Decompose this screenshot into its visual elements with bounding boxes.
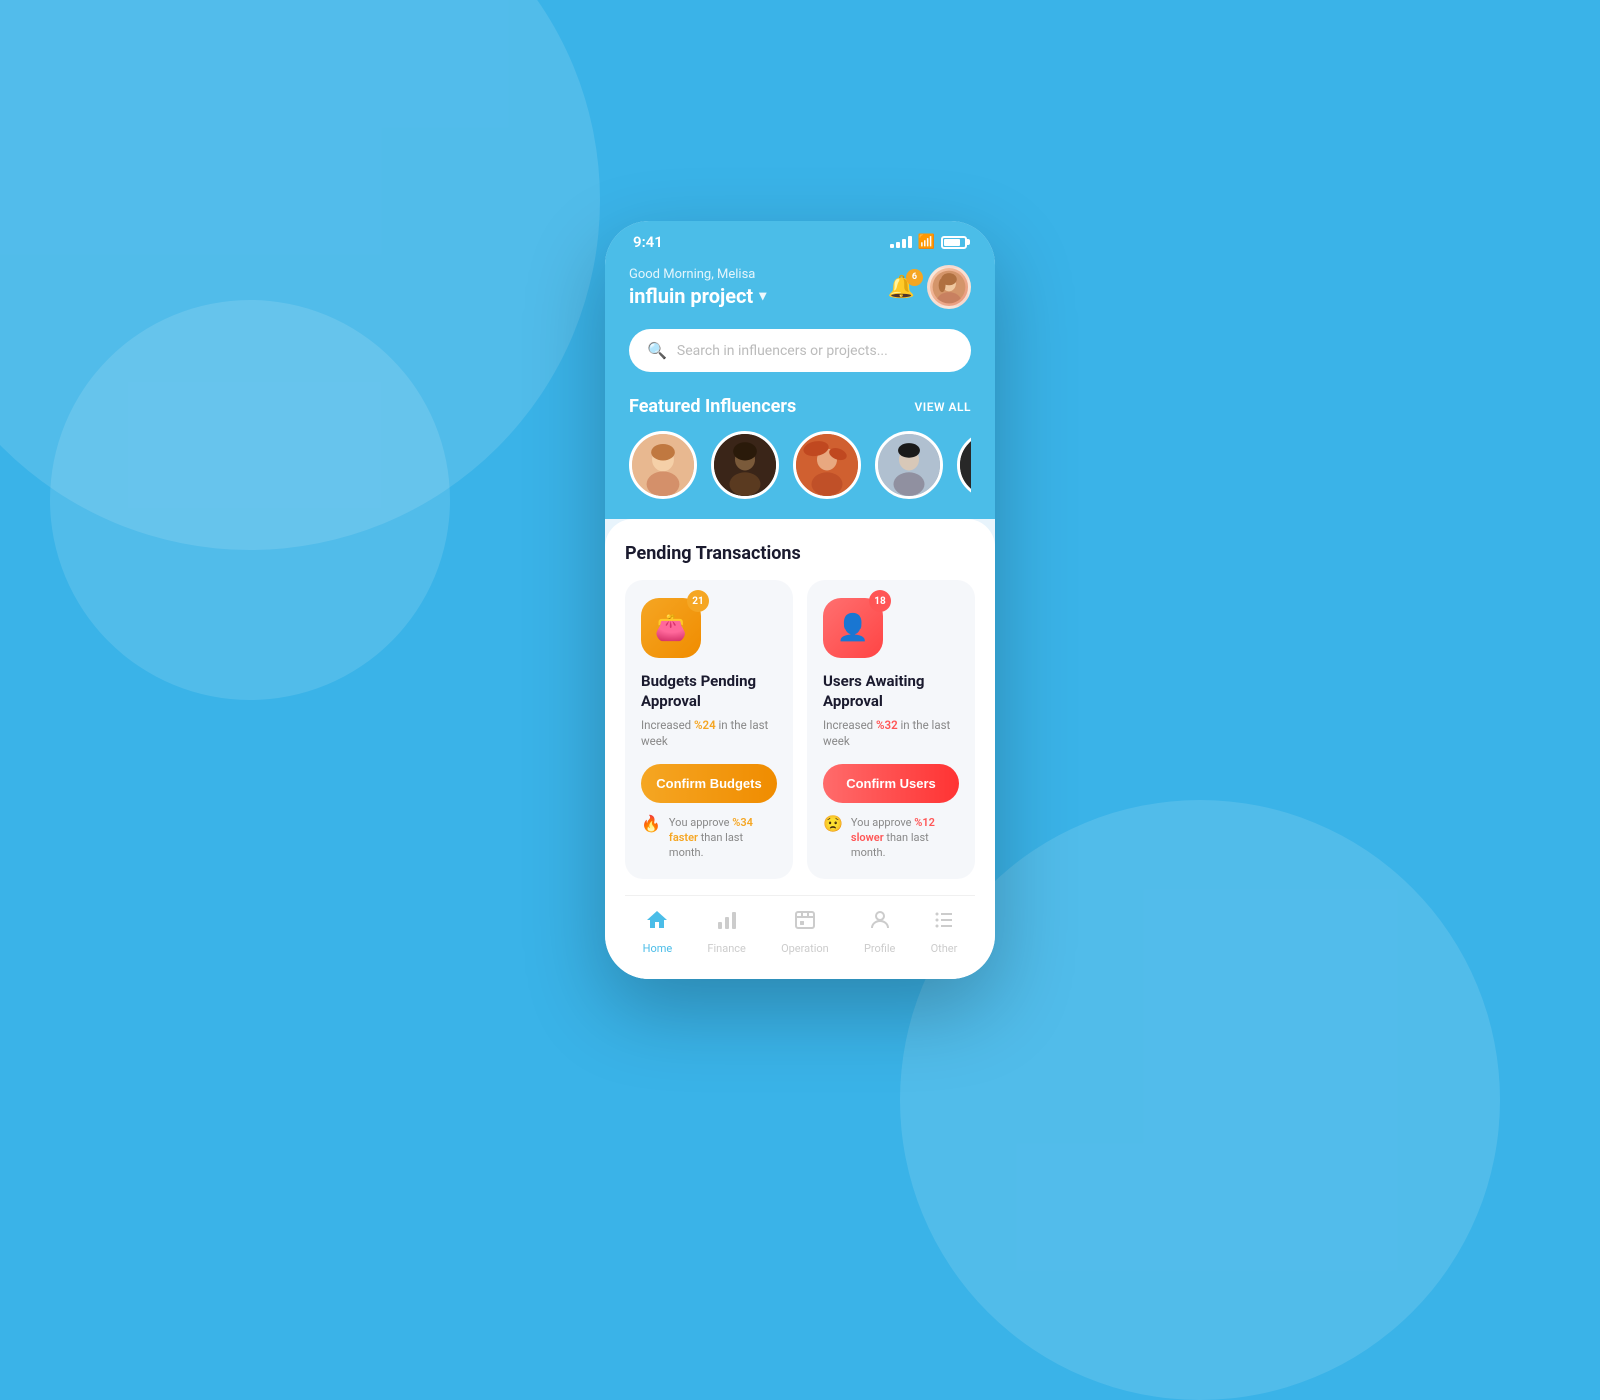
budget-highlight: %24 xyxy=(694,718,716,732)
users-icon: 👤 xyxy=(837,613,869,643)
nav-profile[interactable]: Profile xyxy=(864,908,895,955)
phone-device: 9:41 📶 Good Morning, Melisa influin proj… xyxy=(605,221,995,978)
nav-finance-label: Finance xyxy=(707,942,745,955)
nav-operation-label: Operation xyxy=(781,942,829,955)
confirm-users-button[interactable]: Confirm Users xyxy=(823,764,959,803)
budget-subtitle-prefix: Increased xyxy=(641,718,694,732)
header: Good Morning, Melisa influin project ▾ 🔔… xyxy=(605,257,995,329)
users-subtitle-prefix: Increased xyxy=(823,718,876,732)
nav-home[interactable]: Home xyxy=(643,908,673,955)
pending-title: Pending Transactions xyxy=(625,543,975,564)
users-badge: 18 xyxy=(869,590,891,612)
search-icon: 🔍 xyxy=(647,341,667,360)
influencer-avatar-5[interactable] xyxy=(957,431,971,499)
nav-other[interactable]: Other xyxy=(931,908,958,955)
signal-icon xyxy=(890,236,912,248)
header-left: Good Morning, Melisa influin project ▾ xyxy=(629,267,766,308)
chevron-down-icon: ▾ xyxy=(759,288,766,304)
finance-icon xyxy=(715,908,739,938)
fire-icon: 🔥 xyxy=(641,813,661,835)
budget-card-subtitle: Increased %24 in the last week xyxy=(641,717,777,749)
budget-card-footer: 🔥 You approve %34 faster than last month… xyxy=(641,815,777,861)
user-avatar[interactable] xyxy=(927,265,971,309)
search-container: 🔍 Search in influencers or projects... xyxy=(605,329,995,396)
influencer-avatar-4[interactable] xyxy=(875,431,943,499)
budget-card-title: Budgets Pending Approval xyxy=(641,672,777,711)
wifi-icon: 📶 xyxy=(918,234,935,250)
influencer-avatar-2[interactable] xyxy=(711,431,779,499)
influencer-avatar-1[interactable] xyxy=(629,431,697,499)
status-bar: 9:41 📶 xyxy=(605,221,995,257)
users-card-footer: 😟 You approve %12 slower than last month… xyxy=(823,815,959,861)
greeting-text: Good Morning, Melisa xyxy=(629,267,766,282)
wallet-icon: 👛 xyxy=(655,613,687,643)
nav-operation[interactable]: Operation xyxy=(781,908,829,955)
transactions-grid: 👛 21 Budgets Pending Approval Increased … xyxy=(625,580,975,878)
view-all-button[interactable]: VIEW ALL xyxy=(914,400,971,414)
notification-button[interactable]: 🔔 6 xyxy=(888,275,915,300)
home-icon xyxy=(645,908,669,938)
project-name: influin project xyxy=(629,284,753,308)
other-icon xyxy=(932,908,956,938)
profile-icon xyxy=(868,908,892,938)
nav-home-label: Home xyxy=(643,942,673,955)
bottom-nav: Home Finance xyxy=(625,895,975,979)
featured-title: Featured Influencers xyxy=(629,396,796,417)
operation-icon xyxy=(793,908,817,938)
nav-profile-label: Profile xyxy=(864,942,895,955)
status-icons: 📶 xyxy=(890,234,967,250)
users-card: 👤 18 Users Awaiting Approval Increased %… xyxy=(807,580,975,878)
search-placeholder: Search in influencers or projects... xyxy=(677,343,888,359)
users-highlight: %32 xyxy=(876,718,898,732)
sad-icon: 😟 xyxy=(823,813,843,835)
users-footer-prefix: You approve xyxy=(851,816,914,829)
budget-icon-wrapper: 👛 21 xyxy=(641,598,701,658)
budget-card: 👛 21 Budgets Pending Approval Increased … xyxy=(625,580,793,878)
featured-section: Featured Influencers VIEW ALL xyxy=(605,396,995,519)
battery-icon xyxy=(941,236,967,249)
main-card: Pending Transactions 👛 21 Budgets Pendin… xyxy=(605,519,995,978)
header-right: 🔔 6 xyxy=(888,265,971,309)
users-card-title: Users Awaiting Approval xyxy=(823,672,959,711)
nav-finance[interactable]: Finance xyxy=(707,908,745,955)
influencers-row xyxy=(629,431,971,499)
status-time: 9:41 xyxy=(633,233,663,251)
project-selector[interactable]: influin project ▾ xyxy=(629,284,766,308)
budget-badge: 21 xyxy=(687,590,709,612)
search-bar[interactable]: 🔍 Search in influencers or projects... xyxy=(629,329,971,372)
influencer-avatar-3[interactable] xyxy=(793,431,861,499)
nav-other-label: Other xyxy=(931,942,958,955)
users-icon-wrapper: 👤 18 xyxy=(823,598,883,658)
notification-badge: 6 xyxy=(906,269,923,286)
budget-footer-prefix: You approve xyxy=(669,816,732,829)
confirm-budgets-button[interactable]: Confirm Budgets xyxy=(641,764,777,803)
users-card-subtitle: Increased %32 in the last week xyxy=(823,717,959,749)
bg-decoration-3 xyxy=(50,300,450,700)
